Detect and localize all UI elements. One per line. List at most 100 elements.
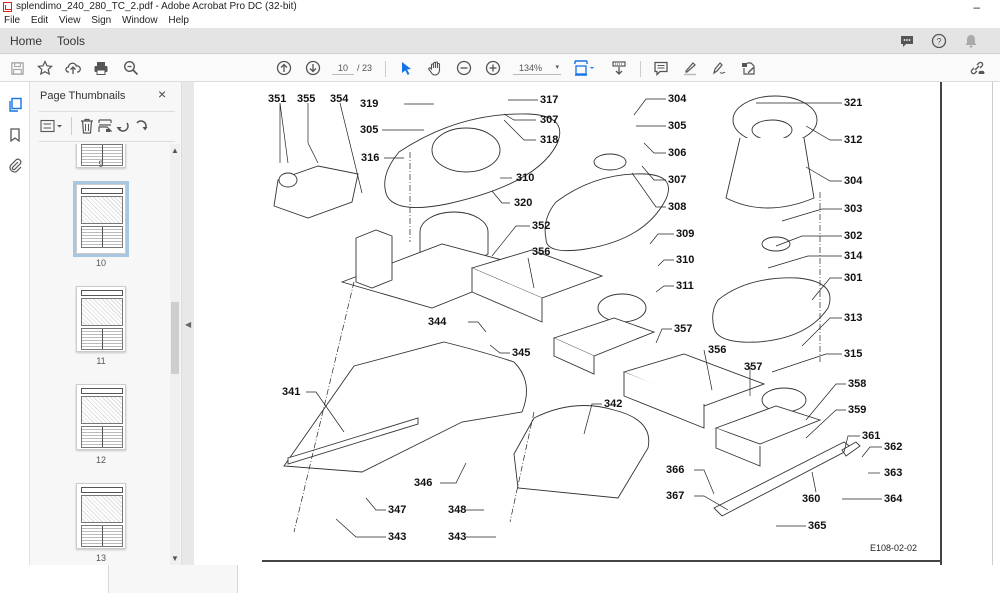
- callout-301: 301: [844, 272, 863, 284]
- draw-freehand-icon[interactable]: [710, 59, 728, 77]
- callout-364: 364: [884, 493, 903, 505]
- part-guard-342: [513, 405, 650, 499]
- callout-356: 356: [532, 246, 551, 258]
- callout-354: 354: [330, 93, 349, 105]
- page-thumbnail-12[interactable]: [76, 384, 126, 450]
- callout-303: 303: [844, 203, 863, 215]
- callout-365: 365: [808, 520, 827, 532]
- page-number-input[interactable]: 10: [332, 61, 354, 75]
- callout-362: 362: [884, 441, 903, 453]
- menu-view[interactable]: View: [59, 14, 81, 28]
- hand-tool-icon[interactable]: [426, 59, 444, 77]
- scroll-up-icon[interactable]: ▲: [170, 146, 180, 155]
- page-frame-bottom: [262, 560, 942, 562]
- main-toolbar: 10 / 23 134% ▾: [0, 54, 1000, 82]
- rotate-clockwise-icon[interactable]: [132, 117, 150, 135]
- panel-tool-divider: [71, 117, 72, 135]
- zoom-out-icon[interactable]: [455, 59, 473, 77]
- help-icon[interactable]: ?: [930, 32, 948, 50]
- menu-bar: File Edit View Sign Window Help: [0, 14, 1000, 28]
- notifications-bell-icon[interactable]: [962, 32, 980, 50]
- left-navigation-rail: [0, 82, 30, 565]
- thumbnail-options-icon[interactable]: [39, 117, 65, 135]
- zoom-level-dropdown[interactable]: 134% ▾: [513, 61, 561, 75]
- callout-342: 342: [604, 398, 623, 410]
- panel-close-button[interactable]: ×: [158, 86, 166, 102]
- zoom-search-icon[interactable]: [122, 59, 140, 77]
- feedback-chat-icon[interactable]: [898, 32, 916, 50]
- page-thumbnail-11[interactable]: [76, 286, 126, 352]
- callout-311: 311: [676, 280, 694, 292]
- collapse-panel-arrow-icon[interactable]: ◀: [185, 320, 191, 329]
- bookmark-star-icon[interactable]: [36, 59, 54, 77]
- toolbar-divider: [385, 61, 386, 77]
- exploded-parts-diagram: [273, 95, 882, 538]
- callout-302: 302: [844, 230, 863, 242]
- save-icon[interactable]: [8, 59, 26, 77]
- part-knob: [278, 172, 298, 188]
- callout-310-b: 310: [676, 254, 695, 266]
- print-icon[interactable]: [92, 59, 110, 77]
- thumbnail-scrollbar[interactable]: ▲ ▼: [170, 144, 180, 565]
- page-thumbnail-10-selected[interactable]: [73, 181, 129, 257]
- callout-312: 312: [844, 134, 863, 146]
- callout-357-b: 357: [744, 361, 763, 373]
- callout-360: 360: [802, 493, 821, 505]
- menu-file[interactable]: File: [4, 14, 20, 28]
- minimize-button[interactable]: –: [973, 0, 980, 14]
- page-edge: [992, 82, 993, 565]
- next-page-icon[interactable]: [304, 59, 322, 77]
- upload-cloud-icon[interactable]: [64, 59, 82, 77]
- callout-308: 308: [668, 201, 687, 213]
- bookmarks-icon[interactable]: [6, 126, 24, 144]
- callout-307-b: 307: [668, 174, 687, 186]
- tab-home[interactable]: Home: [10, 28, 42, 54]
- fill-sign-icon[interactable]: [739, 59, 757, 77]
- callout-345: 345: [512, 347, 531, 359]
- tab-tools[interactable]: Tools: [57, 28, 85, 54]
- callout-316: 316: [361, 152, 380, 164]
- callout-319: 319: [360, 98, 379, 110]
- menu-help[interactable]: Help: [168, 14, 189, 28]
- callout-317: 317: [540, 94, 559, 106]
- callout-305: 305: [360, 124, 379, 136]
- callout-348: 348: [448, 504, 467, 516]
- part-hood-inner: [751, 119, 793, 141]
- fit-page-icon[interactable]: [572, 59, 596, 77]
- select-cursor-icon[interactable]: [397, 59, 415, 77]
- menu-edit[interactable]: Edit: [31, 14, 48, 28]
- svg-text:?: ?: [936, 37, 941, 47]
- callout-321: 321: [844, 97, 863, 109]
- page-thumbnail-label: 12: [95, 455, 106, 465]
- callout-320: 320: [514, 197, 533, 209]
- panel-toolbar: [39, 116, 150, 136]
- callout-310: 310: [516, 172, 535, 184]
- previous-page-icon[interactable]: [275, 59, 293, 77]
- part-cover-plate-center: [544, 173, 669, 252]
- page-thumbnails-icon[interactable]: [6, 96, 24, 114]
- rotate-counterclockwise-icon[interactable]: [114, 117, 132, 135]
- tab-bar: Home Tools splendimo_240_28... × ?: [0, 28, 1000, 593]
- delete-trash-icon[interactable]: [78, 117, 96, 135]
- scroll-down-icon[interactable]: ▼: [170, 554, 180, 563]
- menu-window[interactable]: Window: [122, 14, 158, 28]
- callout-304: 304: [668, 93, 687, 105]
- share-link-icon[interactable]: [968, 59, 986, 77]
- attachments-paperclip-icon[interactable]: [6, 156, 24, 174]
- page-thumbnail-label: 13: [95, 553, 106, 563]
- scrollbar-thumb[interactable]: [171, 302, 179, 374]
- panel-splitter[interactable]: ◀: [182, 82, 194, 565]
- toolbar-divider: [640, 61, 641, 77]
- comment-icon[interactable]: [652, 59, 670, 77]
- callout-314: 314: [844, 250, 863, 262]
- menu-sign[interactable]: Sign: [91, 14, 111, 28]
- panel-title: Page Thumbnails: [40, 90, 126, 102]
- part-hood-body: [725, 137, 815, 209]
- insert-page-icon[interactable]: [96, 117, 114, 135]
- highlight-pen-icon[interactable]: [681, 59, 699, 77]
- callout-351: 351: [268, 93, 287, 105]
- window-titlebar: splendimo_240_280_TC_2.pdf - Adobe Acrob…: [0, 0, 1000, 14]
- zoom-in-icon[interactable]: [484, 59, 502, 77]
- scrolling-mode-icon[interactable]: [610, 59, 628, 77]
- page-thumbnail-13[interactable]: [76, 483, 126, 549]
